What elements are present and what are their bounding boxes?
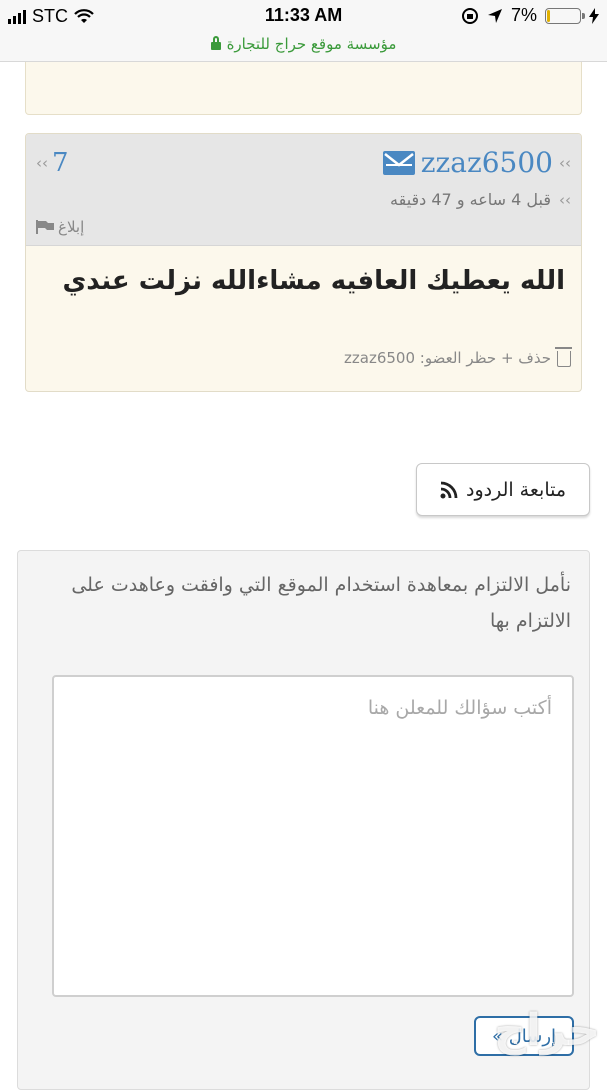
question-form: نأمل الالتزام بمعاهدة استخدام الموقع الت… <box>17 550 590 1090</box>
site-address[interactable]: مؤسسة موقع حراج للتجارة <box>210 35 397 53</box>
author-username[interactable]: zzaz6500 <box>421 146 553 179</box>
usage-agreement-notice: نأمل الالتزام بمعاهدة استخدام الموقع الت… <box>71 574 571 632</box>
send-question-button[interactable]: إرسال » <box>474 1016 574 1056</box>
rotation-lock-icon <box>461 7 478 24</box>
charging-icon <box>589 7 599 24</box>
chevron-icon: ‹‹ <box>559 153 571 172</box>
comment-body: الله يعطيك العافيه مشاءالله نزلت عندي <box>62 266 565 296</box>
comment-number-value: 7 <box>52 148 69 178</box>
report-link[interactable]: إبلاغ <box>36 218 84 236</box>
url-bar[interactable]: مؤسسة موقع حراج للتجارة <box>0 32 607 62</box>
status-bar: STC 11:33 AM 7% <box>0 0 607 32</box>
follow-replies-label: متابعة الردود <box>465 478 567 501</box>
comment-card: zzaz6500 ‹‹ ‹‹ 7 ›› قبل 4 ساعه و 47 دقيق… <box>25 133 582 392</box>
admin-delete-ban[interactable]: حذف + حظر العضو: zzaz6500 <box>344 347 572 367</box>
status-icons: 7% <box>461 5 599 26</box>
battery-icon <box>545 7 585 24</box>
comment-author[interactable]: zzaz6500 ‹‹ <box>382 146 571 179</box>
rss-icon <box>440 481 458 498</box>
admin-action-label[interactable]: حذف + حظر العضو: zzaz6500 <box>344 349 551 367</box>
site-name: مؤسسة موقع حراج للتجارة <box>226 35 397 53</box>
comment-number: ‹‹ 7 <box>36 148 69 178</box>
follow-replies-button[interactable]: متابعة الردود <box>416 463 590 516</box>
chevron-icon: ›› <box>559 190 571 209</box>
comment-time: ›› قبل 4 ساعه و 47 دقيقه <box>390 190 571 209</box>
time-ago: قبل 4 ساعه و 47 دقيقه <box>390 190 551 209</box>
lock-icon <box>210 36 221 50</box>
chevron-icon: ‹‹ <box>36 154 48 172</box>
trash-icon[interactable] <box>555 347 572 367</box>
previous-comment-card <box>25 62 582 115</box>
battery-percent: 7% <box>510 5 537 25</box>
location-icon <box>487 8 502 23</box>
envelope-icon[interactable] <box>382 150 415 175</box>
report-label[interactable]: إبلاغ <box>58 218 84 236</box>
flag-icon <box>36 220 54 234</box>
comment-header: zzaz6500 ‹‹ ‹‹ 7 ›› قبل 4 ساعه و 47 دقيق… <box>26 134 581 246</box>
question-input[interactable] <box>52 675 574 997</box>
